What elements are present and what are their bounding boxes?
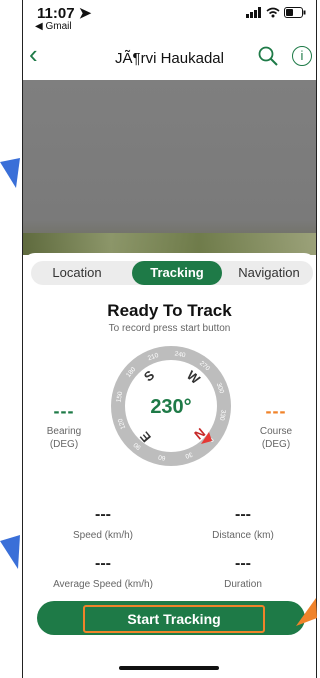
tracking-subtitle: To record press start button [108, 323, 231, 334]
course-label: Course (DEG) [259, 426, 293, 450]
course-value: --- [265, 401, 287, 421]
bearing-label: Bearing (DEG) [46, 426, 82, 450]
distance-label: Distance (km) [212, 530, 274, 541]
tab-tracking[interactable]: Tracking [132, 261, 222, 285]
map-terrain [23, 233, 316, 255]
home-indicator[interactable] [119, 666, 219, 670]
status-time: 11:07 ➤ [37, 5, 92, 22]
compass-dial: 2102402703003300306090120150180 S W N E … [111, 346, 231, 466]
info-icon[interactable]: i [292, 46, 312, 66]
battery-icon [284, 7, 306, 21]
status-bar: 11:07 ➤ ◀ Gmail [23, 0, 316, 34]
nav-bar: ‹ JÃ¶rvi Haukadal i [23, 36, 316, 76]
signal-icon [246, 7, 262, 21]
phone-screen: 11:07 ➤ ◀ Gmail ‹ JÃ¶rvi Haukadal i Loca… [22, 0, 317, 678]
tracking-title: Ready To Track [107, 301, 232, 320]
status-icons [246, 7, 306, 21]
compass-heading: 230° [150, 396, 191, 418]
duration-label: Duration [224, 579, 262, 590]
distance-value: --- [235, 506, 251, 523]
location-arrow-icon: ➤ [78, 5, 92, 22]
tab-navigation[interactable]: Navigation [223, 261, 315, 285]
annotation-arrow-left-bottom [0, 535, 20, 569]
tab-bar: Location Tracking Navigation [31, 261, 313, 285]
tab-location[interactable]: Location [31, 261, 123, 285]
back-to-gmail-link[interactable]: ◀ Gmail [35, 21, 72, 32]
search-icon[interactable] [258, 46, 278, 71]
start-tracking-button[interactable]: Start Tracking [37, 601, 305, 635]
bottom-sheet: Location Tracking Navigation Ready To Tr… [23, 253, 316, 678]
annotation-arrow-left-top [0, 158, 20, 188]
avg-speed-value: --- [95, 555, 111, 572]
bearing-value: --- [53, 401, 75, 421]
start-tracking-label: Start Tracking [83, 605, 265, 633]
annotation-arrow-right [296, 598, 317, 626]
speed-label: Speed (km/h) [72, 530, 134, 541]
map-view[interactable] [23, 80, 316, 255]
duration-value: --- [235, 555, 251, 572]
wifi-icon [266, 7, 280, 21]
speed-value: --- [95, 506, 111, 523]
avg-speed-label: Average Speed (km/h) [53, 579, 153, 590]
